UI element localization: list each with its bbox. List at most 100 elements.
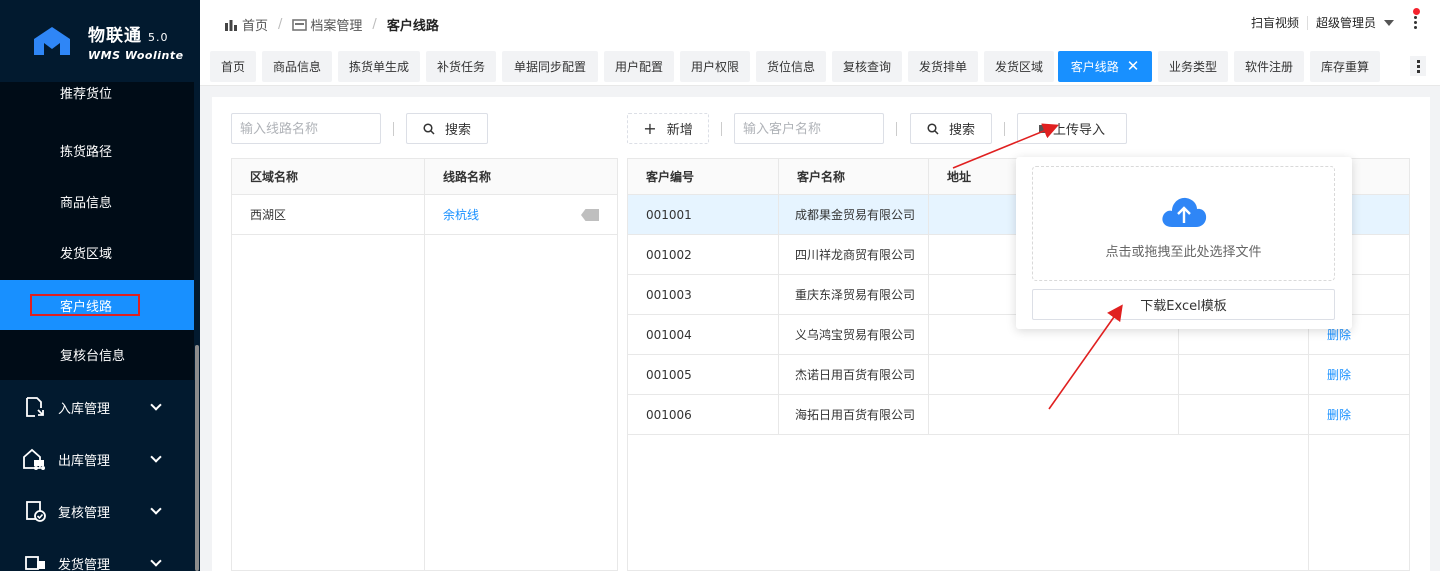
chevron-down-icon: [150, 399, 162, 411]
sidebar-item-recommend-location[interactable]: 推荐货位: [0, 74, 194, 110]
tab-label: 商品信息: [272, 60, 321, 74]
caret-down-icon[interactable]: [1384, 19, 1394, 26]
customer-code: 001005: [627, 354, 779, 395]
breadcrumb-archive[interactable]: 档案管理: [310, 15, 362, 34]
customer-code: 001003: [627, 274, 779, 315]
customer-address: [928, 354, 1179, 395]
chevron-down-icon: [150, 503, 162, 515]
button-label: 上传导入: [1052, 123, 1105, 138]
tab-label: 业务类型: [1168, 60, 1217, 74]
user-menu[interactable]: 超级管理员: [1316, 14, 1376, 31]
customer-code: 001006: [627, 394, 779, 435]
sidebar-group-label: 出库管理: [58, 453, 111, 469]
customer-name: 杰诺日用百货有限公司: [778, 354, 929, 395]
sidebar-item-customer-route[interactable]: 客户线路: [0, 280, 194, 330]
tab-delivery-schedule[interactable]: 发货排单: [908, 51, 978, 82]
tab-label: 补货任务: [436, 60, 485, 74]
button-label: 搜索: [948, 123, 975, 138]
customer-name: 成都果金贸易有限公司: [778, 194, 929, 235]
chevron-down-icon: [150, 451, 162, 463]
sidebar-item-picking-path[interactable]: 拣货路径: [0, 125, 194, 175]
tab-label: 用户配置: [614, 60, 663, 74]
button-label: 搜索: [444, 123, 471, 138]
tab-software-register[interactable]: 软件注册: [1234, 51, 1304, 82]
annotation-highlight-box: [30, 294, 140, 316]
tab-review-query[interactable]: 复核查询: [832, 51, 902, 82]
customer-name: 海拓日用百货有限公司: [778, 394, 929, 435]
more-vertical-icon[interactable]: [1412, 14, 1418, 34]
truck-icon: [22, 447, 48, 471]
tab-replenish[interactable]: 补货任务: [426, 51, 496, 82]
tab-doc-sync[interactable]: 单据同步配置: [502, 51, 598, 82]
route-link[interactable]: 余杭线: [443, 208, 479, 222]
customer-address: [928, 394, 1179, 435]
empty-cell: [1178, 394, 1309, 435]
app-logo[interactable]: 物联通 5.0 WMS Woolinte: [0, 0, 200, 82]
delete-link[interactable]: 删除: [1308, 354, 1410, 395]
route-search-input[interactable]: [231, 113, 381, 144]
tab-user-config[interactable]: 用户配置: [604, 51, 674, 82]
tab-home[interactable]: 首页: [210, 51, 256, 82]
app-title: 物联通: [88, 25, 142, 46]
sidebar-item-label: 复核台信息: [60, 348, 126, 364]
route-search-button[interactable]: 搜索: [406, 113, 488, 144]
route-cell[interactable]: 余杭线: [424, 194, 618, 235]
download-template-button[interactable]: 下载Excel模板: [1032, 289, 1335, 320]
search-icon: [927, 122, 939, 135]
empty-cell: [1178, 434, 1309, 571]
video-link[interactable]: 扫盲视频: [1251, 14, 1299, 31]
column-header: 区域名称: [231, 158, 425, 195]
empty-cell: [929, 435, 1179, 571]
tab-picking-generate[interactable]: 拣货单生成: [338, 51, 420, 82]
tab-customer-route[interactable]: 客户线路 ✕: [1058, 51, 1152, 82]
upload-import-button[interactable]: 上传导入: [1017, 113, 1127, 144]
table-row[interactable]: 001006 海拓日用百货有限公司 删除: [627, 394, 1410, 435]
search-icon: [423, 122, 435, 135]
check-doc-icon: [22, 499, 48, 523]
button-label: 下载Excel模板: [1140, 299, 1227, 314]
file-dropzone[interactable]: 点击或拖拽至此处选择文件: [1032, 166, 1335, 281]
tab-location-info[interactable]: 货位信息: [756, 51, 826, 82]
add-button[interactable]: + 新增: [627, 113, 709, 144]
tab-label: 拣货单生成: [348, 60, 409, 74]
sidebar-group-outbound[interactable]: 出库管理: [0, 433, 194, 485]
tab-stock-recalc[interactable]: 库存重算: [1310, 51, 1380, 82]
tag-icon[interactable]: [581, 209, 599, 221]
sidebar-item-label: 商品信息: [60, 195, 113, 211]
sidebar-item-review-desk[interactable]: 复核台信息: [0, 329, 194, 379]
customer-search-button[interactable]: 搜索: [910, 113, 992, 144]
sidebar-scrollbar[interactable]: [195, 345, 199, 571]
table-row[interactable]: 西湖区 余杭线: [231, 194, 618, 235]
dropzone-text: 点击或拖拽至此处选择文件: [1105, 245, 1262, 260]
table-row[interactable]: 001005 杰诺日用百货有限公司 删除: [627, 354, 1410, 395]
upload-popover: 点击或拖拽至此处选择文件 下载Excel模板: [1016, 157, 1352, 329]
tabs-more-icon[interactable]: [1410, 56, 1426, 76]
tab-label: 库存重算: [1320, 60, 1369, 74]
sidebar-group-inbound[interactable]: 入库管理: [0, 381, 194, 433]
customer-code: 001001: [627, 194, 779, 235]
tab-delivery-area[interactable]: 发货区域: [984, 51, 1054, 82]
customer-code: 001002: [627, 234, 779, 275]
customer-search-input[interactable]: [734, 113, 884, 144]
delete-link[interactable]: 删除: [1308, 394, 1410, 435]
column-header: 客户名称: [778, 158, 929, 195]
tab-user-permission[interactable]: 用户权限: [680, 51, 750, 82]
empty-cell: [779, 435, 929, 571]
tab-product-info[interactable]: 商品信息: [262, 51, 332, 82]
area-cell: 西湖区: [231, 194, 425, 235]
sidebar-item-delivery-area[interactable]: 发货区域: [0, 227, 194, 277]
chevron-down-icon: [150, 555, 162, 567]
sidebar-item-product-info[interactable]: 商品信息: [0, 176, 194, 226]
close-icon[interactable]: ✕: [1127, 59, 1140, 74]
app-subtitle: WMS Woolinte: [88, 48, 184, 62]
tab-label: 客户线路: [1070, 60, 1119, 74]
sidebar-group-label: 入库管理: [58, 401, 111, 417]
sidebar-group-review[interactable]: 复核管理: [0, 485, 194, 537]
sidebar-group-shipping[interactable]: 发货管理: [0, 537, 194, 571]
shipping-icon: [22, 551, 48, 571]
sidebar-item-label: 发货区域: [60, 246, 113, 262]
notification-dot: [1413, 8, 1420, 15]
cloud-upload-icon: [1161, 197, 1206, 227]
breadcrumb-home[interactable]: 首页: [242, 15, 268, 34]
tab-business-type[interactable]: 业务类型: [1158, 51, 1228, 82]
